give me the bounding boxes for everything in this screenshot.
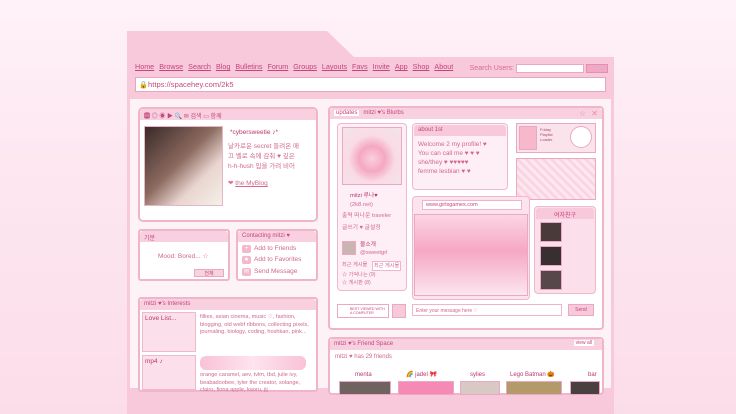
nav-search[interactable]: Search [188,62,211,71]
friend-photo-2[interactable] [398,381,454,395]
nav-groups[interactable]: Groups [293,62,317,71]
message-icon: ✉ [242,268,251,276]
add-friends-link[interactable]: Add to Friends [254,245,296,253]
message-input[interactable]: Enter your message here ♡ [412,304,562,316]
blurb-sub: (2k8.net) [350,202,373,208]
friend-photo-4[interactable] [506,381,562,395]
profile-bio-link[interactable]: the MyBlog [235,180,268,187]
clock-icon [570,126,592,148]
browser-window: Search Users: Home Browse Search Blog Bu… [127,31,614,414]
blurbs-box: updates mitzi ♥'s Blurbs ☆ ✕ mitzi 루나♥ (2… [328,106,604,330]
interests-head: mitzi ♥'s Interests [140,299,316,310]
blurbs-title: mitzi ♥'s Blurbs [363,110,404,116]
friend-name-5[interactable]: bar [588,371,597,379]
profile-bio: 날카로운 secret 들려온 매 끄 벨로 속에 감춰 ♥ 깊은 h-h-hu… [228,143,299,170]
add-favorites-link[interactable]: Add to Favorites [254,256,301,264]
mood-head: 기분 [140,231,228,242]
sticker-image [519,126,537,150]
interests-box: mitzi ♥'s Interests Love List... fillies… [138,297,318,393]
nav-forum[interactable]: Forum [268,62,289,71]
mp4-label: mp4 ♪ [145,358,163,365]
nav-about[interactable]: About [434,62,453,71]
side-photo-3[interactable] [540,270,562,290]
about-head: about 1st [414,125,506,136]
list-item-2[interactable]: ☆ 게시판 (8) [342,279,371,287]
side-photo-2[interactable] [540,246,562,266]
add-friend-icon: + [242,245,251,253]
girlfriend-head: 여자친구 [536,208,594,219]
friend-count: mitzi ♥ has 29 friends [335,354,392,360]
message-send-button[interactable]: Send [568,304,594,316]
nav-shop[interactable]: Shop [413,62,430,71]
profile-photo [144,126,223,206]
sticker-text: Friday Playlist Loader [540,127,553,142]
nav-blog[interactable]: Blog [216,62,230,71]
side-photo-1[interactable] [540,222,562,242]
star-icon: ☆ [578,109,586,118]
friend-name: 물소개 [360,242,376,248]
love-label: Love List... [145,315,177,322]
search-button[interactable] [586,64,608,73]
close-icon[interactable]: ✕ [591,109,598,118]
friend-photo-3[interactable] [460,381,500,395]
game-screenshot[interactable] [414,214,528,296]
profile-toolbar: 🅼 ◎ ◉ ▶ 🔍 ✉ 검색 ▭ 함께 [140,109,316,120]
friend-space-head: mitzi ♥'s Friend Space [330,339,602,350]
profile-box: 🅼 ◎ ◉ ▶ 🔍 ✉ 검색 ▭ 함께 *cybersweetie ♪* 날카로… [138,107,318,222]
contacting-box: Contacting mitzi ♥ + Add to Friends ★ Ad… [236,229,318,281]
ribbon-banner [200,356,306,370]
list-item-1[interactable]: ☆ 기억나는 (9) [342,271,376,279]
nav-bulletins[interactable]: Bulletins [235,62,262,71]
bunny-sticker [516,158,596,200]
friend-space-box: mitzi ♥'s Friend Space view all mitzi ♥ … [328,337,604,395]
tab-recent-2[interactable]: 최근 게시물 [372,261,402,271]
love-value: fillies, asian cinema, music ♡, fashion,… [200,314,309,335]
game-url[interactable]: www.girlsgames.com [422,200,522,210]
mood-box: 기분 Mood: Bored... ☆ 전체 [138,229,230,281]
heart-icon: ❤ [228,180,234,187]
friend-photo-1[interactable] [339,381,391,395]
tab-recent-1[interactable]: 최근 게시물 [342,261,367,269]
top-nav: Home Browse Search Blog Bulletins Forum … [135,62,453,71]
view-all-link[interactable]: view all [573,340,594,346]
blurb-label1[interactable]: 글쓰기 ♥ 글설정 [342,224,381,232]
favorite-icon: ★ [242,256,251,264]
nav-invite[interactable]: Invite [373,62,390,71]
address-bar[interactable]: 🔒 https://spacehey.com/2k5 [135,77,606,92]
nav-app[interactable]: App [395,62,408,71]
best-viewed-badge: BEST VIEWED WITH A COMPUTER [337,304,389,318]
nav-layouts[interactable]: Layouts [322,62,347,71]
page-content: 🅼 ◎ ◉ ▶ 🔍 ✉ 검색 ▭ 함께 *cybersweetie ♪* 날카로… [130,99,611,395]
nav-browse[interactable]: Browse [159,62,183,71]
window-tab [127,31,355,58]
blurbs-head: updates mitzi ♥'s Blurbs [330,108,602,119]
about-text: Welcome 2 my profile! ♥ You can call me … [418,141,487,175]
friend-avatar[interactable] [342,241,356,255]
profile-title: *cybersweetie ♪* [230,129,279,136]
nav-home[interactable]: Home [135,62,154,71]
blurbs-tag: updates [334,110,360,116]
friend-name-2[interactable]: 🌈 jadel 🎀 [406,371,437,379]
lock-icon: 🔒 [139,82,148,89]
mood-text: Mood: Bored... ☆ [158,253,209,260]
profile-heart-link[interactable]: ❤ the MyBlog [228,180,268,188]
mp4-value: orange caramel, aev, tvlm, tbd, julie iv… [200,372,301,393]
friend-name-1[interactable]: menta [355,371,372,379]
blurb-name: mitzi 루나♥ [350,193,378,199]
mood-button[interactable]: 전체 [194,269,224,277]
blurb-info: 출력 떠나운 traveler [342,213,392,219]
friend-name-4[interactable]: Lego Batman 🎃 [510,371,555,379]
search-input[interactable] [516,64,584,73]
send-message-link[interactable]: Send Message [254,268,297,276]
nav-favs[interactable]: Favs [352,62,368,71]
friend-name-3[interactable]: sylies [470,371,485,379]
cupcake-image [342,127,402,185]
mini-icon [392,304,406,318]
address-text: https://spacehey.com/2k5 [148,80,234,89]
friend-sub: @sweetgrl [360,250,388,256]
contacting-head: Contacting mitzi ♥ [238,231,316,242]
search-label: Search Users: [469,65,514,72]
friend-photo-5[interactable] [570,381,600,395]
